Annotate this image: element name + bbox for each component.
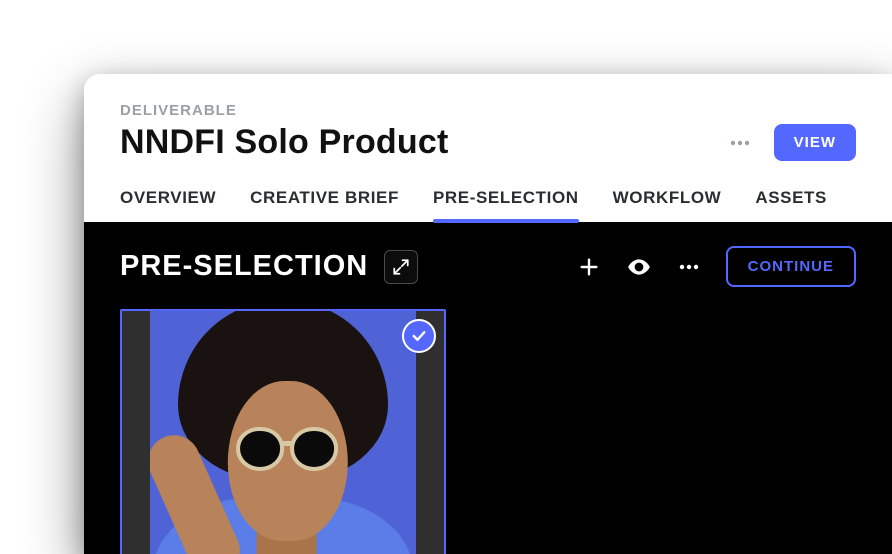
more-horizontal-icon [677,255,701,279]
continue-button[interactable]: CONTINUE [726,246,856,287]
panel-header-right: CONTINUE [576,246,856,287]
panel-header-left: PRE-SELECTION [120,250,418,284]
panel-title: PRE-SELECTION [120,250,368,283]
title-row: NNDFI Solo Product VIEW [120,123,856,162]
add-button[interactable] [576,254,602,280]
more-horizontal-icon[interactable] [726,129,754,157]
panel-header: PRE-SELECTION CONTINUE [120,246,856,287]
asset-image [150,311,416,554]
tab-creative-brief[interactable]: CREATIVE BRIEF [250,188,399,222]
tabs: OVERVIEW CREATIVE BRIEF PRE-SELECTION WO… [84,162,892,222]
card-header: DELIVERABLE NNDFI Solo Product VIEW [84,74,892,162]
deliverable-card: DELIVERABLE NNDFI Solo Product VIEW OVER… [84,74,892,554]
person-placeholder [150,311,416,554]
asset-grid [120,309,856,554]
expand-icon [392,258,410,276]
pre-selection-panel: PRE-SELECTION CONTINUE [84,222,892,554]
asset-thumbnail[interactable] [120,309,446,554]
tab-overview[interactable]: OVERVIEW [120,188,216,222]
tab-pre-selection[interactable]: PRE-SELECTION [433,188,579,222]
plus-icon [578,256,600,278]
view-button[interactable]: VIEW [774,124,856,161]
expand-button[interactable] [384,250,418,284]
eyebrow-label: DELIVERABLE [120,102,856,119]
check-icon [410,327,428,345]
selected-badge [402,319,436,353]
title-actions: VIEW [726,124,856,161]
page-title: NNDFI Solo Product [120,123,448,162]
tab-workflow[interactable]: WORKFLOW [613,188,722,222]
visibility-button[interactable] [626,254,652,280]
tab-assets[interactable]: ASSETS [755,188,827,222]
eye-icon [626,254,652,280]
panel-more-button[interactable] [676,254,702,280]
